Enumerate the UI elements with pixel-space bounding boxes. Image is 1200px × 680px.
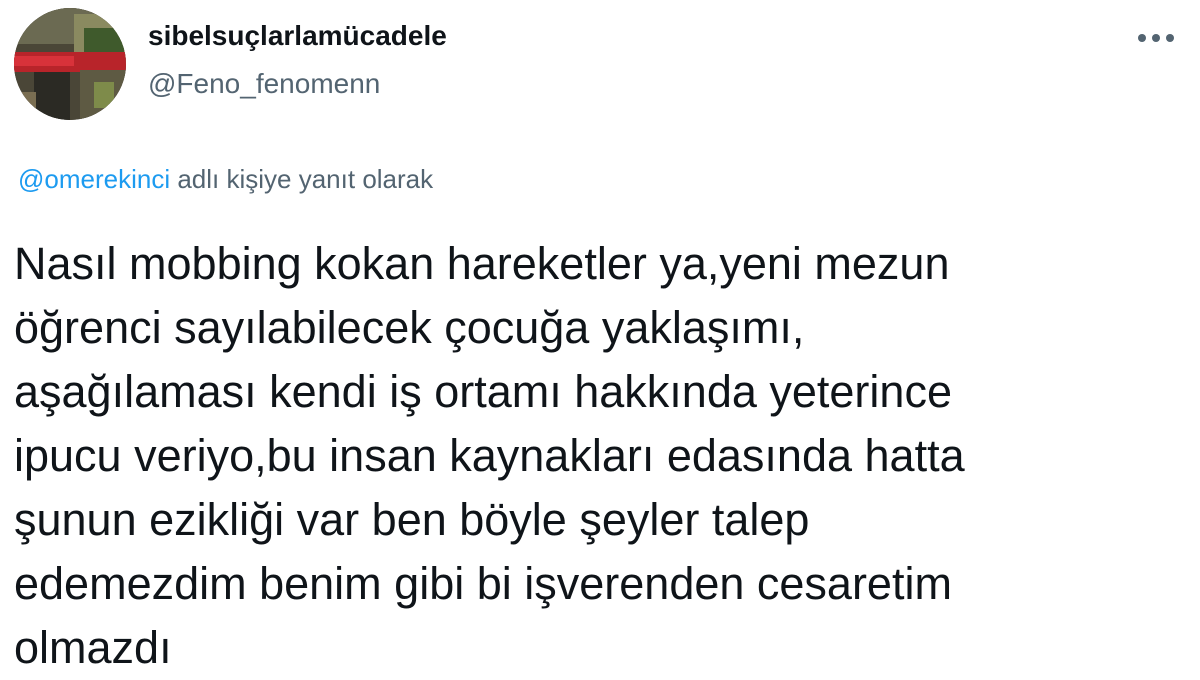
tweet-text: Nasıl mobbing kokan hareketler ya,yeni m… <box>14 232 1174 680</box>
reply-context: @omerekinci adlı kişiye yanıt olarak <box>18 164 433 195</box>
tweet-text-line: aşağılaması kendi iş ortamı hakkında yet… <box>14 366 952 417</box>
tweet-text-line: olmazdı <box>14 622 172 673</box>
display-name[interactable]: sibelsuçlarlamücadele <box>148 20 447 52</box>
tweet-text-line: edemezdim benim gibi bi işverenden cesar… <box>14 558 952 609</box>
tweet-text-line: Nasıl mobbing kokan hareketler ya,yeni m… <box>14 238 950 289</box>
more-options-button[interactable] <box>1128 18 1184 58</box>
tweet-text-line: şunun ezikliği var ben böyle şeyler tale… <box>14 494 810 545</box>
tweet-text-line: öğrenci sayılabilecek çocuğa yaklaşımı, <box>14 302 805 353</box>
avatar[interactable] <box>14 8 126 120</box>
profile-photo-icon <box>14 8 126 120</box>
tweet: sibelsuçlarlamücadele @Feno_fenomenn @om… <box>0 0 1200 680</box>
more-horizontal-icon <box>1138 34 1174 42</box>
reply-context-suffix: adlı kişiye yanıt olarak <box>177 164 434 194</box>
reply-mention-link[interactable]: @omerekinci <box>18 164 170 194</box>
tweet-text-line: ipucu veriyo,bu insan kaynakları edasınd… <box>14 430 965 481</box>
user-handle[interactable]: @Feno_fenomenn <box>148 68 380 100</box>
